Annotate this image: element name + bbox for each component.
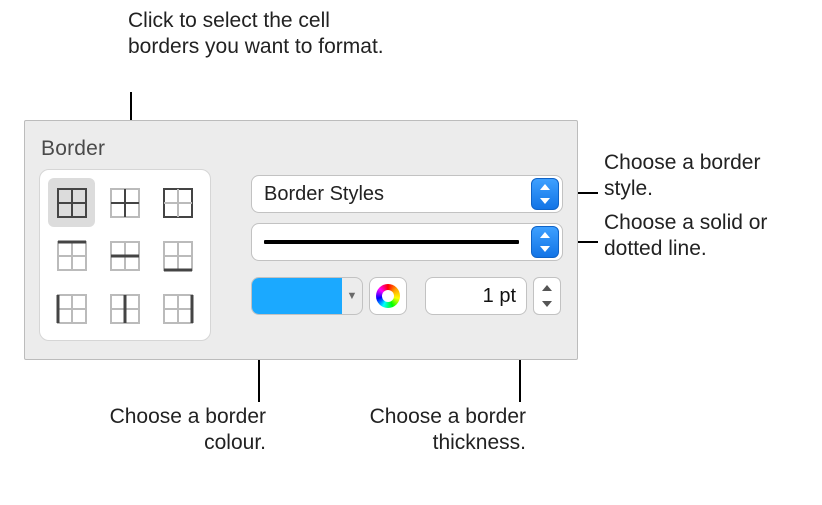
border-line-type-popup[interactable] xyxy=(251,223,563,261)
border-colour-swatch[interactable]: ▼ xyxy=(251,277,363,315)
border-left-icon xyxy=(54,291,90,327)
colour-wheel-icon xyxy=(376,284,400,308)
section-title-border: Border xyxy=(41,137,105,161)
border-outer-icon xyxy=(160,185,196,221)
border-inner[interactable] xyxy=(101,178,148,227)
border-thickness-value: 1 pt xyxy=(483,285,516,308)
popup-arrows-icon xyxy=(531,178,559,210)
border-top-icon xyxy=(54,238,90,274)
border-bottom-icon xyxy=(160,238,196,274)
border-style-popup[interactable]: Border Styles xyxy=(251,175,563,213)
border-style-popup-label: Border Styles xyxy=(252,183,531,206)
border-horizontal-icon xyxy=(107,238,143,274)
callout-select-borders: Click to select the cell borders you wan… xyxy=(128,8,388,61)
border-right[interactable] xyxy=(155,285,202,334)
border-left[interactable] xyxy=(48,285,95,334)
border-inner-icon xyxy=(107,185,143,221)
border-horizontal[interactable] xyxy=(101,231,148,280)
border-outer[interactable] xyxy=(155,178,202,227)
border-vertical-icon xyxy=(107,291,143,327)
border-all[interactable] xyxy=(48,178,95,227)
border-thickness-stepper[interactable] xyxy=(533,277,561,315)
colour-picker-button[interactable] xyxy=(369,277,407,315)
border-all-icon xyxy=(54,185,90,221)
border-inspector-panel: Border xyxy=(24,120,578,360)
chevron-down-icon: ▼ xyxy=(342,278,362,314)
callout-line-type: Choose a solid or dotted line. xyxy=(604,210,814,263)
border-selector xyxy=(39,169,211,341)
border-top[interactable] xyxy=(48,231,95,280)
line-sample-solid-icon xyxy=(264,240,519,244)
border-vertical[interactable] xyxy=(101,285,148,334)
callout-border-style: Choose a border style. xyxy=(604,150,804,203)
border-bottom[interactable] xyxy=(155,231,202,280)
popup-arrows-icon xyxy=(531,226,559,258)
border-thickness-field[interactable]: 1 pt xyxy=(425,277,527,315)
colour-swatch-fill xyxy=(252,278,342,314)
callout-border-thickness: Choose a border thickness. xyxy=(306,404,526,457)
callout-border-colour: Choose a border colour. xyxy=(86,404,266,457)
border-right-icon xyxy=(160,291,196,327)
